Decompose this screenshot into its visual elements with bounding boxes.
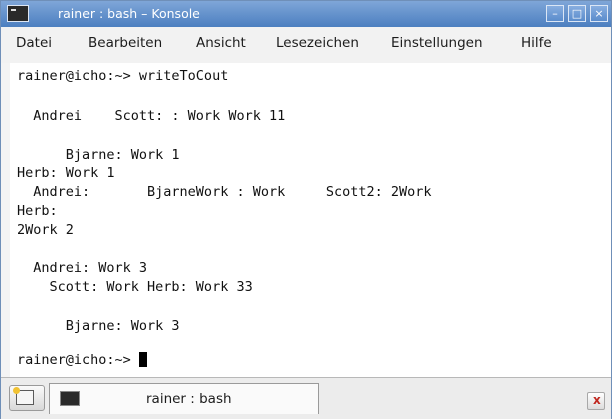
menu-hilfe[interactable]: Hilfe (521, 35, 552, 51)
text-cursor (138, 352, 147, 367)
menu-bearbeiten[interactable]: Bearbeiten (88, 35, 162, 51)
terminal-line: Bjarne: Work 3 (17, 318, 180, 334)
terminal-icon[interactable] (7, 5, 29, 22)
menu-lesezeichen[interactable]: Lesezeichen (276, 35, 359, 51)
terminal-line: Herb: (17, 203, 58, 219)
terminal-line: Andrei: Work 3 (17, 260, 148, 276)
terminal-line: rainer@icho:~> writeToCout (17, 68, 229, 84)
terminal-icon (60, 391, 80, 406)
close-button[interactable]: × (590, 5, 608, 22)
maximize-button[interactable]: □ (568, 5, 586, 22)
close-tab-icon[interactable] (587, 392, 605, 410)
menu-ansicht[interactable]: Ansicht (196, 35, 246, 51)
terminal-prompt: rainer@icho:~> (17, 352, 139, 368)
terminal-line: Scott: Work Herb: Work 33 (17, 279, 253, 295)
terminal-output[interactable]: rainer@icho:~> writeToCout Andrei Scott:… (10, 63, 611, 377)
menu-datei[interactable]: Datei (16, 35, 52, 51)
tab-bar: rainer : bash (1, 377, 611, 419)
tab-label: rainer : bash (146, 391, 232, 407)
new-tab-button[interactable] (9, 385, 45, 411)
spark-icon (13, 387, 20, 394)
title-bar[interactable]: rainer : bash – Konsole – □ × (1, 1, 611, 27)
tab-bash[interactable]: rainer : bash (49, 383, 319, 414)
menu-einstellungen[interactable]: Einstellungen (391, 35, 483, 51)
window-title: rainer : bash – Konsole (58, 6, 200, 21)
terminal-prompt-line: rainer@icho:~> (17, 352, 147, 368)
terminal-line: 2Work 2 (17, 222, 74, 238)
terminal-line: Bjarne: Work 1 (17, 147, 180, 163)
minimize-button[interactable]: – (546, 5, 564, 22)
terminal-line: Andrei Scott: : Work Work 11 (17, 108, 286, 124)
terminal-line: Andrei: BjarneWork : Work Scott2: 2Work (17, 184, 432, 200)
menu-bar: Datei Bearbeiten Ansicht Lesezeichen Ein… (1, 27, 611, 63)
konsole-window: rainer : bash – Konsole – □ × Datei Bear… (0, 0, 612, 419)
terminal-line: Herb: Work 1 (17, 165, 115, 181)
